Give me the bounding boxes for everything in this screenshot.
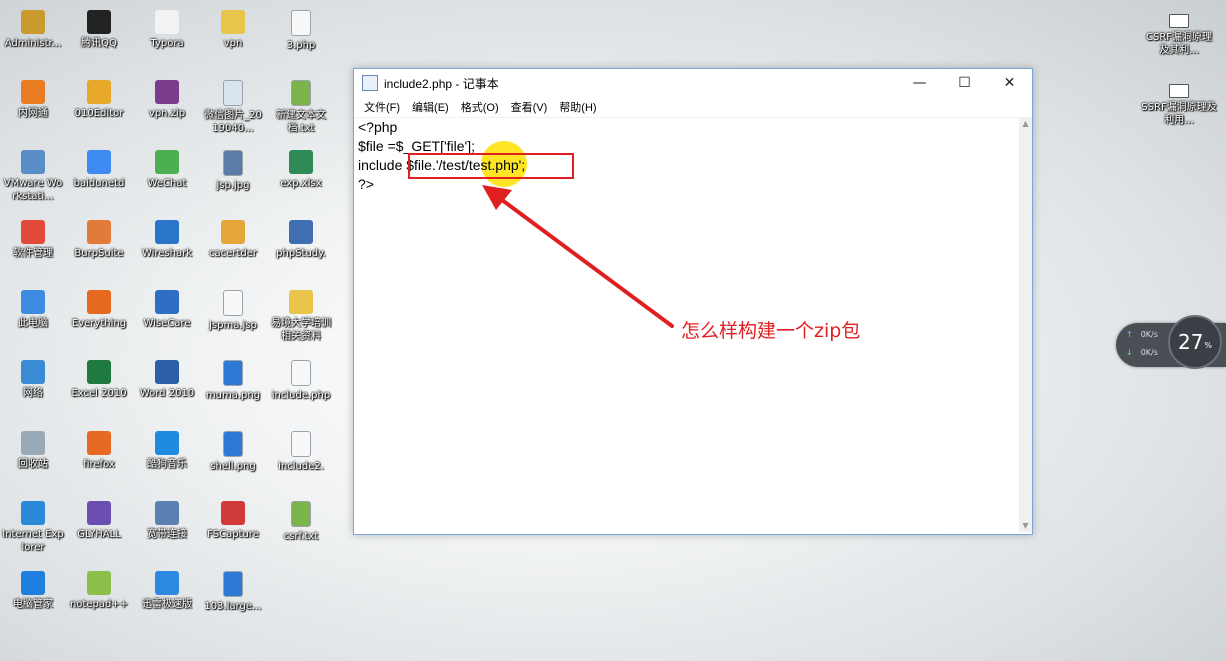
upload-speed: ↑ 0K/s — [1126, 330, 1158, 339]
annotation-arrow — [482, 185, 674, 328]
download-speed-value: 0K/s — [1140, 348, 1158, 357]
upload-arrow-icon: ↑ — [1126, 330, 1133, 339]
download-arrow-icon: ↓ — [1126, 348, 1133, 357]
desktop: Administr... 腾讯QQ Typora vpn 3.php 内网通 010Edit… — [0, 0, 1226, 661]
memory-usage-badge[interactable]: 27% — [1168, 315, 1222, 369]
annotation-text: 怎么样构建一个zip包 — [681, 320, 861, 342]
upload-speed-value: 0K/s — [1140, 330, 1158, 339]
memory-usage-value: 27 — [1177, 330, 1204, 354]
download-speed: ↓ 0K/s — [1126, 348, 1158, 357]
memory-usage-unit: % — [1204, 340, 1213, 350]
